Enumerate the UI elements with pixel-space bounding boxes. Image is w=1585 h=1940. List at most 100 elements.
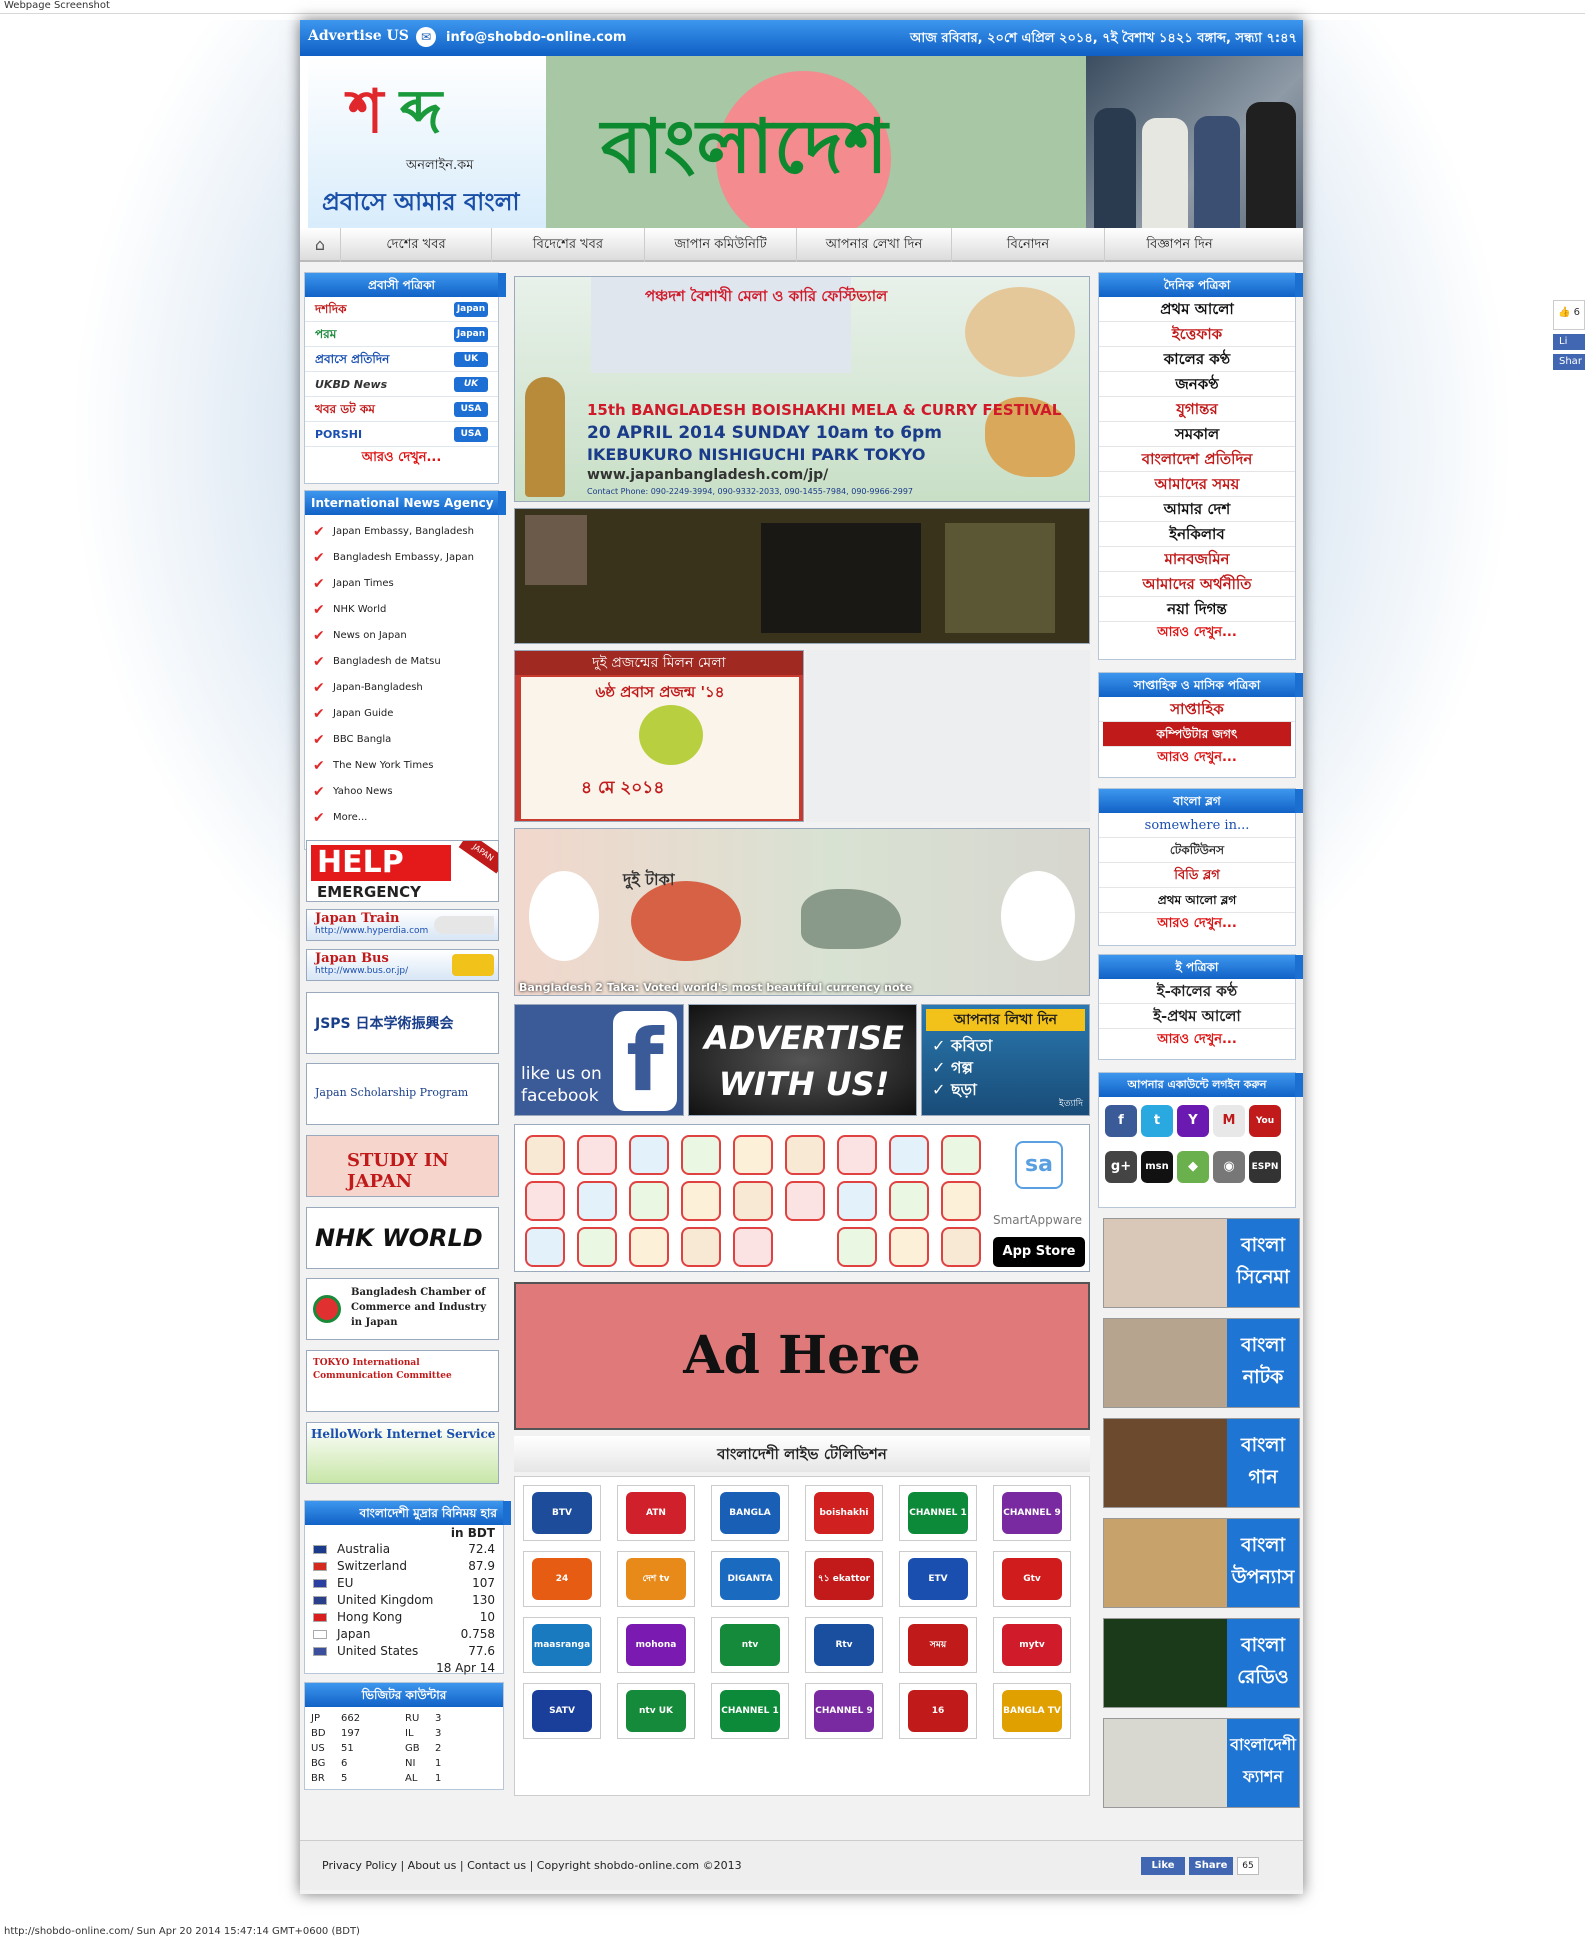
paper-link[interactable]: নয়া দিগন্ত <box>1099 597 1295 622</box>
write-for-us-ad[interactable]: আপনার লিখা দিন ✓ কবিতা ✓ গল্প ✓ ছড়া ইত্… <box>921 1004 1090 1116</box>
advertise-link[interactable]: Advertise US <box>308 28 409 44</box>
app-icon[interactable] <box>577 1227 617 1267</box>
tv-channel[interactable]: CHANNEL 1 EUROPE <box>711 1683 789 1758</box>
app-icon[interactable] <box>889 1181 929 1221</box>
blog-link[interactable]: somewhere in... <box>1099 813 1295 838</box>
like-count-badge[interactable]: 👍 6 <box>1553 300 1585 330</box>
app-store-badge[interactable]: App Store <box>993 1237 1085 1267</box>
app-icon[interactable] <box>941 1181 981 1221</box>
app-icon[interactable] <box>629 1181 669 1221</box>
home-icon[interactable]: ⌂ <box>300 228 340 262</box>
paper-link[interactable]: সাপ্তাহিক <box>1099 697 1295 722</box>
agency-link[interactable]: ✔ BBC Bangla <box>305 727 498 753</box>
paper-link[interactable]: প্রথম আলো <box>1099 297 1295 322</box>
globe-login-icon[interactable]: ◉ <box>1213 1151 1245 1183</box>
ad-placeholder[interactable]: Ad Here <box>514 1282 1090 1430</box>
more-link[interactable]: আরও দেখুন... <box>1099 913 1295 935</box>
agency-link[interactable]: ✔ Japan Embassy, Bangladesh <box>305 519 498 545</box>
help-emergency-ad[interactable]: HELP EMERGENCY JAPAN <box>306 840 499 902</box>
paper-link[interactable]: যুগান্তর <box>1099 397 1295 422</box>
app-icon[interactable] <box>681 1181 721 1221</box>
bcci-japan-ad[interactable]: Bangladesh Chamber of Commerce and Indus… <box>306 1278 499 1340</box>
tv-channel[interactable]: BANGLA TV <box>993 1683 1071 1739</box>
nav-item[interactable]: আপনার লেখা দিন <box>796 228 951 262</box>
app-icon[interactable] <box>837 1227 877 1267</box>
agency-link[interactable]: ✔ NHK World <box>305 597 498 623</box>
tv-channel[interactable]: ৭১ ekattor <box>805 1551 883 1607</box>
epaper-link[interactable]: ই-কালের কণ্ঠ <box>1099 979 1295 1004</box>
app-icon[interactable] <box>733 1181 773 1221</box>
app-icon[interactable] <box>525 1135 565 1175</box>
festival-banner[interactable]: পঞ্চদশ বৈশাখী মেলা ও কারি ফেস্টিভ্যাল 15… <box>514 276 1090 502</box>
paper-link[interactable]: সমকাল <box>1099 422 1295 447</box>
gmail-login-icon[interactable]: M <box>1213 1105 1245 1137</box>
paper-link[interactable]: বাংলাদেশ প্রতিদিন <box>1099 447 1295 472</box>
japan-train-ad[interactable]: Japan Train http://www.hyperdia.com <box>306 909 499 941</box>
more-link[interactable]: আরও দেখুন... <box>1099 1029 1295 1051</box>
tv-channel[interactable]: CHANNEL 9 <box>993 1485 1071 1541</box>
app-icon[interactable] <box>681 1227 721 1267</box>
app-icon[interactable] <box>577 1181 617 1221</box>
youtube-login-icon[interactable]: You <box>1249 1105 1281 1137</box>
tv-channel[interactable]: Gtv <box>993 1551 1071 1607</box>
paper-link[interactable]: ইনকিলাব <box>1099 522 1295 547</box>
tv-channel[interactable]: CHANNEL 1 <box>899 1485 977 1541</box>
app-icon[interactable] <box>525 1227 565 1267</box>
site-logo[interactable]: শ ব্দ অনলাইন.কম প্রবাসে আমার বাংলা <box>308 56 546 228</box>
paper-link[interactable]: মানবজমিন <box>1099 547 1295 572</box>
tv-channel[interactable]: BTV <box>523 1485 601 1541</box>
bangladeshi-fashion-tile[interactable]: বাংলাদেশী ফ্যাশন <box>1103 1718 1300 1808</box>
twitter-login-icon[interactable]: t <box>1141 1105 1173 1137</box>
app-icon[interactable] <box>941 1135 981 1175</box>
nav-item[interactable]: দেশের খবর <box>340 228 491 262</box>
fb-like-button[interactable]: Li <box>1553 334 1585 350</box>
book-banner[interactable] <box>514 508 1090 644</box>
paper-link[interactable]: জনকণ্ঠ <box>1099 372 1295 397</box>
agency-link[interactable]: ✔ Yahoo News <box>305 779 498 805</box>
app-icon[interactable] <box>889 1135 929 1175</box>
tv-channel[interactable]: 16 <box>899 1683 977 1739</box>
tv-channel[interactable]: maasranga <box>523 1617 601 1673</box>
tv-channel[interactable]: দেশ tv <box>617 1551 695 1607</box>
bangla-radio-tile[interactable]: বাংলা রেডিও <box>1103 1618 1300 1708</box>
bangla-cinema-tile[interactable]: বাংলা সিনেমা <box>1103 1218 1300 1308</box>
agency-link[interactable]: ✔ News on Japan <box>305 623 498 649</box>
smartappware-ad[interactable]: sa SmartAppware App Store <box>514 1124 1090 1272</box>
jsps-ad[interactable]: JSPS 日本学術振興会 <box>306 992 499 1054</box>
paper-row[interactable]: পরম Japan <box>305 322 498 347</box>
agency-link[interactable]: ✔ Bangladesh Embassy, Japan <box>305 545 498 571</box>
app-icon[interactable] <box>837 1135 877 1175</box>
paper-link[interactable]: আমার দেশ <box>1099 497 1295 522</box>
blog-link[interactable]: প্রথম আলো ব্লগ <box>1099 888 1295 913</box>
app-icon[interactable] <box>785 1135 825 1175</box>
tv-channel[interactable]: Rtv <box>805 1617 883 1673</box>
yahoo-login-icon[interactable]: Y <box>1177 1105 1209 1137</box>
tv-channel[interactable]: ntv <box>711 1617 789 1673</box>
tv-channel[interactable]: DIGANTA <box>711 1551 789 1607</box>
app-icon[interactable] <box>733 1227 773 1267</box>
tv-channel[interactable]: ATN BANGLA <box>617 1485 695 1560</box>
more-link[interactable]: আরও দেখুন... <box>305 447 498 469</box>
facebook-like-ad[interactable]: f like us on facebook <box>514 1004 684 1116</box>
epaper-link[interactable]: ই-প্রথম আলো <box>1099 1004 1295 1029</box>
app-icon[interactable] <box>577 1135 617 1175</box>
email-link[interactable]: info@shobdo-online.com <box>446 30 626 45</box>
footer-links[interactable]: Privacy Policy | About us | Contact us |… <box>322 1859 742 1872</box>
fb-share-button[interactable]: Shar <box>1553 354 1585 370</box>
nav-item[interactable]: জাপান কমিউনিটি <box>644 228 796 262</box>
app-icon[interactable] <box>889 1227 929 1267</box>
study-in-japan-ad[interactable]: STUDY IN JAPAN <box>306 1135 499 1197</box>
espn-login-icon[interactable]: ESPN <box>1249 1151 1281 1183</box>
paper-link[interactable]: আমাদের সময় <box>1099 472 1295 497</box>
hellowork-ad[interactable]: HelloWork Internet Service <box>306 1422 499 1484</box>
tv-channel[interactable]: SATV <box>523 1683 601 1739</box>
tv-channel[interactable]: সময় <box>899 1617 977 1673</box>
tv-channel[interactable]: CHANNEL 9 UK <box>805 1683 883 1758</box>
paper-row[interactable]: UKBD News UK <box>305 372 498 397</box>
agency-link[interactable]: ✔ Japan Guide <box>305 701 498 727</box>
probash-projonmo-poster[interactable]: দুই প্রজন্মের মিলন মেলা ৬ষ্ঠ প্রবাস প্রজ… <box>514 650 804 822</box>
tv-channel[interactable]: boishakhi <box>805 1485 883 1541</box>
blog-link[interactable]: বিডি ব্লগ <box>1099 863 1295 888</box>
nav-item[interactable]: বিদেশের খবর <box>491 228 644 262</box>
app-icon[interactable] <box>941 1227 981 1267</box>
